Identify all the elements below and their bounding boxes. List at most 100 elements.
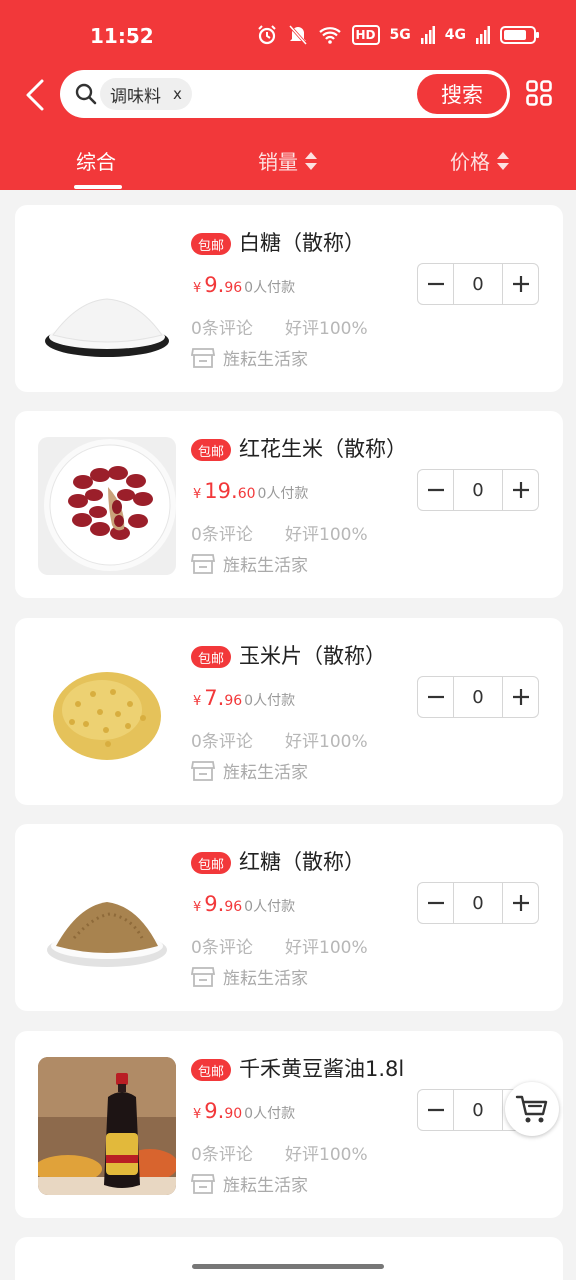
shop-link[interactable]: 旌耘生活家 — [191, 964, 308, 989]
quantity-input[interactable]: 0 — [453, 470, 503, 510]
minus-icon — [427, 1108, 444, 1112]
signal-icon-2 — [476, 26, 490, 44]
product-price: ¥ 9. 96 0人付款 — [193, 892, 295, 916]
positive-rating: 好评100% — [285, 938, 368, 958]
quantity-stepper: 0 — [417, 676, 539, 718]
review-count: 0条评论 — [191, 732, 253, 752]
product-card[interactable]: 包邮 玉米片（散称） ¥ 7. 96 0人付款 0条评论 好评100% 旌耘生活… — [15, 618, 563, 805]
quantity-stepper: 0 — [417, 263, 539, 305]
store-icon — [191, 347, 215, 368]
product-price: ¥ 19. 60 0人付款 — [193, 479, 308, 503]
shop-link[interactable]: 旌耘生活家 — [191, 345, 308, 370]
search-tag-label: 调味料 — [110, 86, 161, 107]
tab-label: 综合 — [76, 150, 116, 174]
plus-button[interactable] — [503, 470, 538, 510]
plus-icon — [512, 482, 529, 498]
search-icon — [75, 83, 97, 105]
peanut-image[interactable] — [38, 437, 176, 575]
tab-comprehensive[interactable]: 综合 — [76, 146, 116, 175]
plus-button[interactable] — [503, 264, 538, 304]
product-name[interactable]: 红花生米（散称） — [239, 433, 407, 463]
plus-icon — [512, 895, 529, 911]
price-decimal: 96 — [224, 280, 243, 296]
minus-button[interactable] — [418, 264, 453, 304]
review-count: 0条评论 — [191, 938, 253, 958]
tab-label: 销量 — [258, 150, 298, 174]
sort-tabs: 综合 销量 价格 — [0, 132, 576, 190]
paid-count: 0人付款 — [244, 1106, 296, 1122]
search-tag-close[interactable]: x — [173, 85, 182, 103]
sugar-image[interactable] — [38, 231, 176, 369]
plus-button[interactable] — [503, 677, 538, 717]
minus-icon — [427, 695, 444, 699]
price-integer: 19. — [204, 479, 238, 503]
free-shipping-badge: 包邮 — [191, 852, 232, 874]
tab-sales[interactable]: 销量 — [258, 146, 318, 175]
minus-button[interactable] — [418, 677, 453, 717]
product-price: ¥ 7. 96 0人付款 — [193, 686, 295, 710]
product-card[interactable] — [15, 1237, 563, 1280]
grid-menu-icon[interactable] — [526, 80, 552, 106]
search-tag[interactable]: 调味料 x — [100, 78, 192, 110]
free-shipping-badge: 包邮 — [191, 646, 232, 668]
quantity-input[interactable]: 0 — [453, 1090, 503, 1130]
product-name[interactable]: 玉米片（散称） — [239, 640, 386, 670]
positive-rating: 好评100% — [285, 525, 368, 545]
search-box[interactable]: 调味料 x 搜索 — [60, 70, 510, 118]
back-icon[interactable] — [22, 78, 52, 112]
product-name[interactable]: 白糖（散称） — [239, 227, 365, 257]
quantity-stepper: 0 — [417, 469, 539, 511]
price-currency: ¥ — [193, 487, 202, 502]
product-card[interactable]: 包邮 千禾黄豆酱油1.8l ¥ 9. 90 0人付款 0条评论 好评100% 旌… — [15, 1031, 563, 1218]
status-time: 11:52 — [90, 24, 154, 48]
store-icon — [191, 553, 215, 574]
minus-button[interactable] — [418, 470, 453, 510]
battery-icon — [500, 26, 539, 44]
quantity-input[interactable]: 0 — [453, 264, 503, 304]
product-card[interactable]: 包邮 红花生米（散称） ¥ 19. 60 0人付款 0条评论 好评100% 旌耘… — [15, 411, 563, 598]
product-card[interactable]: 包邮 红糖（散称） ¥ 9. 96 0人付款 0条评论 好评100% 旌耘生活家… — [15, 824, 563, 1011]
home-indicator[interactable] — [192, 1264, 384, 1269]
price-integer: 9. — [204, 1099, 225, 1123]
plus-button[interactable] — [503, 883, 538, 923]
positive-rating: 好评100% — [285, 319, 368, 339]
signal-icon-1 — [420, 26, 435, 44]
minus-icon — [427, 488, 444, 492]
status-icons: HD 5G 4G — [256, 24, 539, 46]
paid-count: 0人付款 — [257, 486, 309, 502]
product-name[interactable]: 千禾黄豆酱油1.8l — [239, 1053, 404, 1083]
product-card[interactable]: 包邮 白糖（散称） ¥ 9. 96 0人付款 0条评论 好评100% 旌耘生活家… — [15, 205, 563, 392]
header: 11:52 HD 5G 4G 调味料 x 搜索 综合 销量 价格 — [0, 0, 576, 190]
shop-link[interactable]: 旌耘生活家 — [191, 758, 308, 783]
shop-link[interactable]: 旌耘生活家 — [191, 551, 308, 576]
paid-count: 0人付款 — [244, 280, 296, 296]
shop-link[interactable]: 旌耘生活家 — [191, 1171, 308, 1196]
minus-icon — [427, 901, 444, 905]
price-decimal: 96 — [224, 693, 243, 709]
price-decimal: 60 — [237, 486, 256, 502]
shop-name: 旌耘生活家 — [223, 350, 308, 370]
quantity-input[interactable]: 0 — [453, 883, 503, 923]
price-decimal: 96 — [224, 899, 243, 915]
minus-button[interactable] — [418, 883, 453, 923]
shop-name: 旌耘生活家 — [223, 763, 308, 783]
shop-name: 旌耘生活家 — [223, 1176, 308, 1196]
brown-sugar-image[interactable] — [38, 850, 176, 988]
quantity-input[interactable]: 0 — [453, 677, 503, 717]
minus-button[interactable] — [418, 1090, 453, 1130]
paid-count: 0人付款 — [244, 693, 296, 709]
positive-rating: 好评100% — [285, 1145, 368, 1165]
soy-sauce-image[interactable] — [38, 1057, 176, 1195]
corn-flakes-image[interactable] — [38, 644, 176, 782]
tab-label: 价格 — [450, 150, 490, 174]
plus-icon — [512, 689, 529, 705]
cart-button[interactable] — [505, 1082, 559, 1136]
tab-price[interactable]: 价格 — [450, 146, 510, 175]
product-name[interactable]: 红糖（散称） — [239, 846, 365, 876]
network-4g: 4G — [444, 27, 466, 43]
quantity-stepper: 0 — [417, 882, 539, 924]
search-button[interactable]: 搜索 — [417, 74, 507, 114]
minus-icon — [427, 282, 444, 286]
free-shipping-badge: 包邮 — [191, 1059, 232, 1081]
network-5g: 5G — [389, 27, 411, 43]
